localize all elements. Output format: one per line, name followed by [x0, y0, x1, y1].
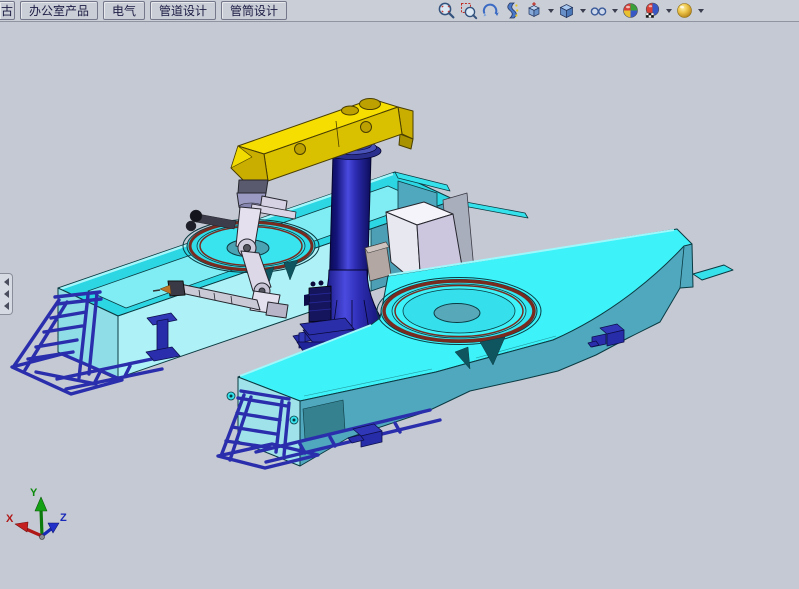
view-settings-dropdown[interactable]: [697, 1, 704, 20]
triad-z-label: Z: [60, 512, 67, 524]
display-style-dropdown[interactable]: [579, 1, 586, 20]
command-bar: 古 办公室产品 电气 管道设计 管筒设计: [0, 0, 799, 22]
apply-scene-icon[interactable]: [643, 1, 662, 20]
collapsed-panel-strip[interactable]: [0, 273, 13, 315]
zoom-to-area-icon[interactable]: [459, 1, 478, 20]
panel-arrow-icon: [4, 278, 9, 286]
view-settings-icon[interactable]: [675, 1, 694, 20]
rotate-view-icon[interactable]: [481, 1, 500, 20]
display-style-icon[interactable]: [557, 1, 576, 20]
scene-3d[interactable]: Y X Z: [0, 21, 799, 589]
tab-partial[interactable]: 古: [0, 1, 15, 20]
view-orientation-dropdown[interactable]: [547, 1, 554, 20]
orientation-triad: Y X Z: [6, 487, 67, 540]
hide-show-items-icon[interactable]: [589, 1, 608, 20]
apply-scene-dropdown[interactable]: [665, 1, 672, 20]
triad-x-label: X: [6, 513, 14, 525]
edit-appearance-icon[interactable]: [621, 1, 640, 20]
command-tabs: 古 办公室产品 电气 管道设计 管筒设计: [0, 0, 287, 21]
view-orientation-icon[interactable]: [525, 1, 544, 20]
tab-electrical[interactable]: 电气: [103, 1, 145, 20]
view-toolbar: [437, 0, 704, 21]
triad-y-label: Y: [30, 487, 38, 499]
panel-arrow-icon: [4, 302, 9, 310]
tab-piping-design[interactable]: 管道设计: [150, 1, 216, 20]
section-view-icon[interactable]: [503, 1, 522, 20]
tab-office-products[interactable]: 办公室产品: [20, 1, 98, 20]
panel-arrow-icon: [4, 290, 9, 298]
hide-show-items-dropdown[interactable]: [611, 1, 618, 20]
tab-tubing-design[interactable]: 管筒设计: [221, 1, 287, 20]
zoom-to-fit-icon[interactable]: [437, 1, 456, 20]
viewport-3d[interactable]: Y X Z: [0, 21, 799, 589]
front-flange-ring: [377, 278, 541, 345]
